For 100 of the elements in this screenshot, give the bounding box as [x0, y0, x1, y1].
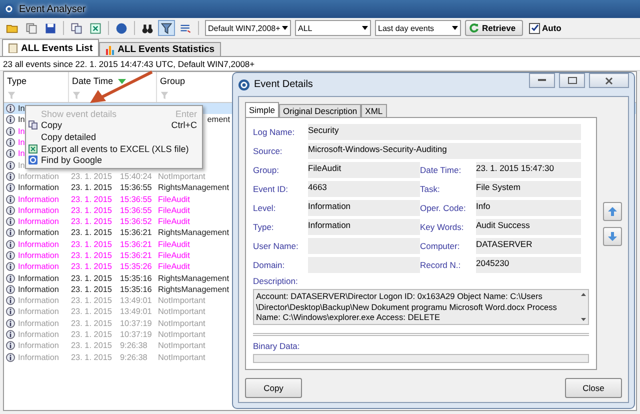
group-text: NotImportant: [158, 341, 206, 350]
type-text: Information: [18, 206, 59, 215]
type-text: Information: [18, 251, 59, 260]
group-text: FileAudit: [158, 194, 190, 204]
type-text: Information: [18, 296, 59, 306]
group-text: NotImportant: [158, 307, 206, 316]
field-label: Description:: [253, 276, 299, 286]
description-text: Account: DATASERVER\Director Logon ID: 0x163A29 Object Name: C:\Users \Director\Desktop\Backup\New Dokument programu Microsoft Word.docx Process Name: C:\Windows\explorer.exe Access: DELETE: [255, 290, 558, 324]
date-text: 23. 1. 2015: [71, 217, 112, 226]
field-label: Computer:: [420, 240, 461, 253]
type-text: Information: [18, 194, 59, 204]
date-text: 23. 1. 2015: [71, 251, 112, 260]
type-text: In: [18, 126, 25, 136]
field-label: Binary Data:: [253, 341, 301, 351]
group-text: FileAudit: [158, 251, 190, 260]
field-label: Level:: [253, 202, 277, 215]
time-text: 15:36:21: [120, 228, 152, 238]
group-text: FileAudit: [158, 262, 190, 272]
field-value: Information: [308, 200, 420, 216]
group-text: FileAudit: [158, 206, 190, 215]
time-text: 15:36:55: [120, 206, 152, 215]
field-value: 23. 1. 2015 15:47:30: [476, 162, 581, 178]
time-text: 10:37:19: [120, 330, 152, 340]
field-value: File System: [476, 181, 581, 197]
shortcut-text: Ctrl+C: [171, 120, 197, 130]
group-text: NotImportant: [158, 172, 206, 181]
field-value: Audit Success: [476, 219, 581, 235]
field-value: DATASERVER: [476, 238, 581, 254]
time-text: 15:35:16: [120, 284, 152, 294]
type-text: Information: [18, 284, 59, 294]
field-label: Domain:: [253, 259, 286, 272]
field-label: Log Name:: [253, 126, 296, 139]
time-text: 9:26:38: [120, 341, 148, 350]
date-text: 23. 1. 2015: [71, 296, 112, 306]
field-label: Source:: [253, 145, 284, 158]
type-text: Information: [18, 172, 59, 181]
group-text: RightsManagement: [158, 284, 229, 294]
type-text: Information: [18, 183, 59, 192]
dialog-title: Event Details: [254, 79, 314, 90]
date-text: 23. 1. 2015: [71, 352, 112, 362]
date-text: 23. 1. 2015: [71, 262, 112, 272]
type-text: In: [18, 104, 25, 114]
time-text: 15:36:21: [120, 240, 152, 249]
group-text: FileAudit: [158, 240, 190, 249]
type-text: Information: [18, 262, 59, 272]
time-text: 15:35:26: [120, 262, 152, 272]
field-label: User Name:: [253, 240, 300, 253]
column-title: Date Time: [72, 76, 114, 86]
group-text: NotImportant: [158, 330, 206, 340]
type-text: Information: [18, 307, 59, 316]
field-label: Oper. Code:: [420, 202, 467, 215]
group-text: RightsManagement: [158, 228, 229, 238]
column-title: Type: [7, 76, 27, 86]
type-text: In: [18, 149, 25, 158]
date-text: 23. 1. 2015: [71, 341, 112, 350]
field-value: FileAudit: [308, 162, 420, 178]
type-text: Information: [18, 240, 59, 249]
field-label: Event ID:: [253, 183, 289, 196]
time-text: 9:26:38: [120, 352, 148, 362]
field-value: 2045230: [476, 257, 581, 273]
time-text: 15:36:55: [120, 194, 152, 204]
type-text: In: [18, 115, 25, 124]
time-text: 15:40:24: [120, 172, 152, 181]
type-text: Information: [18, 352, 59, 362]
field-value: Information: [308, 219, 420, 235]
time-text: 13:49:01: [120, 296, 152, 306]
date-text: 23. 1. 2015: [71, 284, 112, 294]
date-text: 23. 1. 2015: [71, 240, 112, 249]
date-text: 23. 1. 2015: [71, 194, 112, 204]
type-text: Information: [18, 341, 59, 350]
date-text: 23. 1. 2015: [71, 318, 112, 328]
date-text: 23. 1. 2015: [71, 274, 112, 283]
date-text: 23. 1. 2015: [71, 330, 112, 340]
time-text: 10:37:19: [120, 318, 152, 328]
group-text: NotImportant: [158, 352, 206, 362]
date-text: 23. 1. 2015: [71, 172, 112, 181]
group-text: FileAudit: [158, 217, 190, 226]
type-text: In: [18, 160, 25, 170]
field-label: Key Words:: [420, 221, 465, 234]
field-label: Record N.:: [420, 259, 462, 272]
shortcut-text: Enter: [175, 108, 197, 119]
field-label: Task:: [420, 183, 441, 196]
time-text: 15:35:16: [120, 274, 152, 283]
group-text: RightsManagement: [158, 183, 229, 192]
type-text: In: [18, 138, 25, 148]
field-value: Microsoft-Windows-Security-Auditing: [308, 143, 581, 159]
field-value: 4663: [308, 181, 420, 197]
time-text: 15:36:55: [120, 183, 152, 192]
field-label: Type:: [253, 221, 275, 234]
group-text: NotImportant: [158, 318, 206, 328]
field-value: Info: [476, 200, 581, 216]
window-title: Event Analyser: [19, 4, 86, 14]
date-text: 23. 1. 2015: [71, 206, 112, 215]
type-text: Information: [18, 217, 59, 226]
field-value: Security: [308, 124, 581, 140]
group-text: RightsManagement: [158, 274, 229, 283]
field-label: Date Time:: [420, 164, 462, 177]
date-text: 23. 1. 2015: [71, 307, 112, 316]
group-text: NotImportant: [158, 296, 206, 306]
auto-label: Auto: [542, 23, 562, 33]
